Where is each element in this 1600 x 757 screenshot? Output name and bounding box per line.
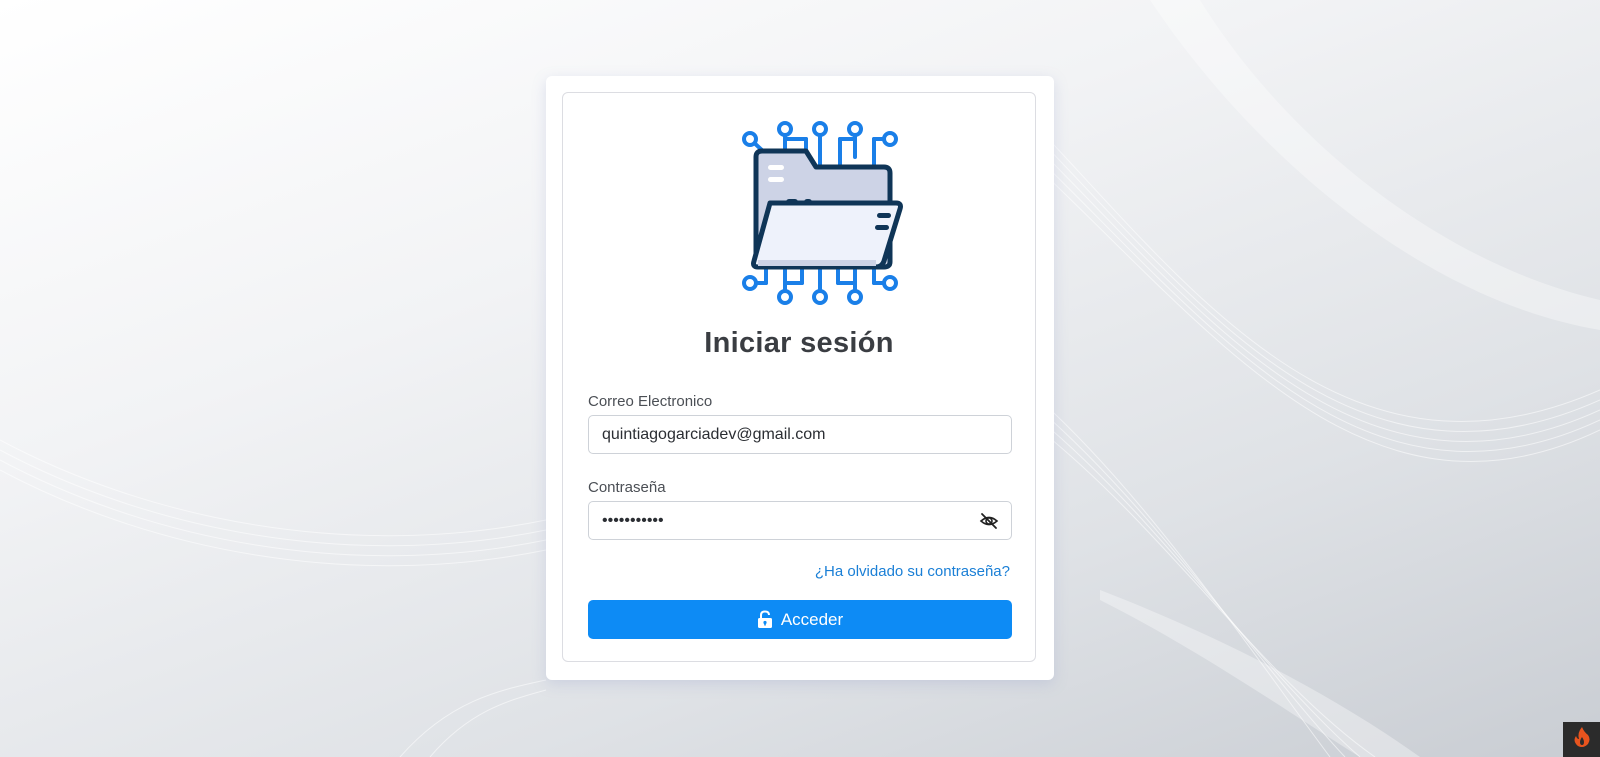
email-field-wrapper — [588, 415, 1012, 454]
forgot-password-link[interactable]: ¿Ha olvidado su contraseña? — [815, 563, 1010, 580]
corner-badge[interactable] — [1563, 722, 1600, 757]
login-button-label: Acceder — [780, 609, 844, 629]
password-field[interactable] — [589, 502, 972, 539]
email-label: Correo Electronico — [588, 393, 713, 410]
unlock-icon — [757, 610, 773, 629]
folder-circuit-logo — [742, 121, 903, 305]
login-card: Iniciar sesión Correo Electronico Contra… — [546, 76, 1054, 680]
login-form: Iniciar sesión Correo Electronico Contra… — [562, 92, 1036, 662]
login-button[interactable]: Acceder — [588, 600, 1012, 639]
password-field-wrapper — [588, 501, 1012, 540]
password-label: Contraseña — [588, 479, 666, 496]
page-title: Iniciar sesión — [704, 327, 894, 359]
eye-slash-icon[interactable] — [979, 511, 999, 531]
email-field[interactable] — [589, 416, 972, 453]
flame-icon — [1573, 726, 1591, 753]
